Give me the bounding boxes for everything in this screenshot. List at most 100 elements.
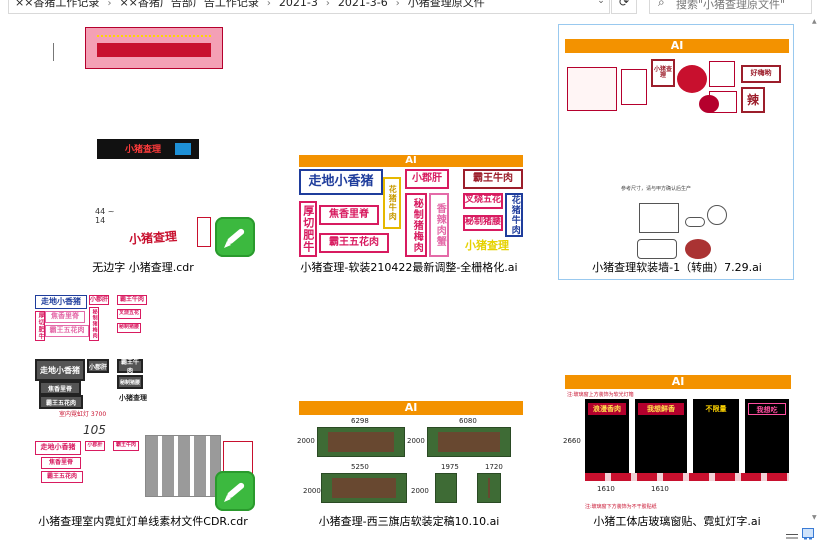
- breadcrumb-item[interactable]: ××香猪工作记录: [15, 0, 99, 10]
- sign-霸王五花肉: 霸王五花肉: [319, 233, 389, 253]
- file-item[interactable]: AI 注:玻璃窗上方装饰为软光灯箱 2660 浪漫香肉 我想鲜香 不限量 我想吃…: [558, 280, 794, 536]
- ai-banner: AI: [565, 39, 789, 53]
- search-input[interactable]: ⌕ 搜索"小猪查理原文件": [649, 0, 812, 14]
- dimension-label: 1610: [651, 485, 669, 493]
- sign-小猪查理-yellow: 小猪查理: [465, 239, 509, 252]
- sign-小郡肝: 小郡肝: [405, 169, 449, 189]
- panel-tag: 我想吃: [748, 403, 786, 415]
- art-pig-mascot: [685, 239, 711, 259]
- sign-焦香里脊-outline: 焦香里脊: [41, 457, 81, 469]
- breadcrumb[interactable]: ××香猪工作记录 › ××香猪广告部广告工作记录 › 2021-3 › 2021-3-6 › 小…: [8, 0, 610, 14]
- file-thumbnail-view[interactable]: 小猪查理 44 ~ 14 小猪查理 无边字 小猪查理.cdr AI 走地小香猪 …: [0, 14, 812, 528]
- file-thumbnail: AI 小猪查理 好嗨哟 辣 参考尺寸，请与甲方确认后生产: [559, 25, 795, 261]
- bottom-note: 注:玻璃窗下方装饰为不干胶贴纸: [585, 504, 657, 510]
- sign-霸王牛肉: 霸王牛肉: [117, 295, 147, 305]
- sign-好嗨哟: 好嗨哟: [741, 65, 781, 83]
- dimension-label: 2000: [407, 437, 425, 445]
- dimension-label: 6298: [351, 417, 369, 425]
- coreldraw-file-icon: [215, 217, 255, 257]
- status-bar: [0, 526, 820, 540]
- art-wall-panel: [477, 473, 501, 503]
- art-handwritten-marks: 44 ~ 14: [95, 207, 115, 225]
- file-item[interactable]: AI 走地小香猪 小郡肝 霸王牛肉 厚切肥牛 焦香里脊 秘制猪梅肉 香辣肉蟹 叉…: [290, 20, 526, 276]
- sign-小猪查理: 小猪查理: [651, 59, 675, 87]
- sign-厚切肥牛: 厚切肥牛: [299, 201, 317, 257]
- chevron-right-icon: ›: [395, 0, 400, 9]
- ai-banner: AI: [299, 155, 523, 167]
- chevron-right-icon: ›: [325, 0, 330, 9]
- window-panel: 我想吃: [745, 399, 789, 473]
- art-black-sign-logo: 小猪查理: [125, 145, 162, 155]
- details-view-icon: [786, 534, 798, 539]
- window-panel: 浪漫香肉: [585, 399, 629, 473]
- chevron-right-icon: ›: [107, 0, 112, 9]
- file-thumbnail: 走地小香猪 焦香里脊 霸王五花肉 厚切肥牛 小郡肝 秘制猪梅肉 霸王牛肉 叉烧五…: [25, 281, 261, 517]
- search-icon: ⌕: [658, 0, 665, 9]
- vertical-scrollbar[interactable]: ▲ ▼: [812, 14, 820, 526]
- large-icons-view-icon: [804, 537, 812, 540]
- sign-霸王五花肉: 霸王五花肉: [45, 325, 89, 337]
- file-item[interactable]: 走地小香猪 焦香里脊 霸王五花肉 厚切肥牛 小郡肝 秘制猪梅肉 霸王牛肉 叉烧五…: [24, 280, 260, 536]
- window-panel: 我想鲜香: [635, 399, 687, 473]
- sign-霸王牛肉-outline: 霸王牛肉: [113, 441, 139, 451]
- sign-厚切肥牛: 厚切肥牛: [35, 311, 45, 341]
- file-item-selected[interactable]: AI 小猪查理 好嗨哟 辣 参考尺寸，请与甲方确认后生产 小猪查理软装墙-1（转…: [558, 24, 794, 280]
- panel-tag: 我想鲜香: [638, 403, 684, 415]
- file-item[interactable]: 小猪查理 44 ~ 14 小猪查理 无边字 小猪查理.cdr: [24, 20, 260, 276]
- art-small-sign: [567, 67, 617, 111]
- sign-香辣肉蟹: 香辣肉蟹: [429, 193, 449, 257]
- large-icons-view-button[interactable]: [802, 528, 814, 540]
- dimension-label: 6080: [459, 417, 477, 425]
- breadcrumb-item[interactable]: ××香猪广告部广告工作记录: [119, 0, 258, 10]
- sign-小郡肝-outline: 小郡肝: [85, 441, 105, 451]
- refresh-button[interactable]: ⟳: [611, 0, 637, 14]
- dimension-label: 2660: [563, 437, 581, 445]
- sign-叉烧五花: 叉烧五花: [117, 309, 141, 319]
- sign-走地小香猪: 走地小香猪: [35, 295, 87, 309]
- file-thumbnail: 小猪查理 44 ~ 14 小猪查理: [25, 21, 261, 257]
- sign-叉烧五花: 叉烧五花: [463, 193, 503, 209]
- sign-焦香里脊: 焦香里脊: [319, 205, 379, 225]
- file-thumbnail: AI 走地小香猪 小郡肝 霸王牛肉 厚切肥牛 焦香里脊 秘制猪梅肉 香辣肉蟹 叉…: [291, 21, 527, 257]
- gray-sign-焦香里脊: 焦香里脊: [39, 381, 81, 395]
- dimension-label: 1975: [441, 463, 459, 471]
- sign-小郡肝: 小郡肝: [89, 295, 109, 305]
- sign-秘制猪梅肉: 秘制猪梅肉: [405, 193, 427, 257]
- breadcrumb-item[interactable]: 小猪查理原文件: [408, 0, 485, 10]
- art-wall-panel: [435, 473, 457, 503]
- dimension-label: 2000: [411, 487, 429, 495]
- sign-走地小香猪: 走地小香猪: [299, 169, 383, 195]
- file-thumbnail: AI 注:玻璃窗上方装饰为软光灯箱 2660 浪漫香肉 我想鲜香 不限量 我想吃…: [559, 281, 795, 517]
- gray-sign-秘制猪腰: 秘制猪腰: [117, 375, 143, 389]
- handwritten-note: 105: [83, 423, 106, 437]
- art-pink-frame: [197, 217, 211, 247]
- scroll-up-icon[interactable]: ▲: [812, 18, 817, 25]
- sign-vertical-small: 花猪牛肉: [383, 177, 401, 229]
- sign-走地小香猪-outline: 走地小香猪: [35, 441, 81, 455]
- file-name: 无边字 小猪查理.cdr: [92, 261, 194, 274]
- art-wall-panel: [427, 427, 511, 457]
- scroll-down-icon[interactable]: ▼: [812, 514, 817, 521]
- sign-秘制猪梅肉: 秘制猪梅肉: [89, 307, 99, 341]
- address-toolbar: ××香猪工作记录 › ××香猪广告部广告工作记录 › 2021-3 › 2021-3-6 › 小…: [0, 0, 820, 14]
- sign-秘制猪腰: 秘制猪腰: [463, 215, 503, 231]
- dimension-label: 2000: [297, 437, 315, 445]
- art-gray-blocks: [145, 435, 221, 497]
- art-blue-square: [175, 143, 191, 155]
- breadcrumb-item[interactable]: 2021-3-6: [338, 0, 388, 10]
- top-note: 注:玻璃窗上方装饰为软光灯箱: [567, 392, 634, 398]
- art-outline-rect: [637, 239, 677, 259]
- ai-banner: AI: [299, 401, 523, 415]
- details-view-button[interactable]: [786, 528, 798, 539]
- address-dropdown-icon[interactable]: ⌄: [594, 0, 608, 12]
- dimension-label: 2000: [303, 487, 321, 495]
- panel-tag: 浪漫香肉: [588, 403, 626, 415]
- panel-tag: 不限量: [696, 403, 736, 415]
- file-name: 小猪查理-软装210422最新调整-全栅格化.ai: [300, 261, 518, 274]
- art-note-lines: [53, 43, 75, 61]
- art-sign-inner: [97, 43, 211, 57]
- sign-霸王牛肉: 霸王牛肉: [463, 169, 523, 189]
- file-item[interactable]: AI 6298 6080 2000 2000 5250 1975 1720 20…: [290, 280, 526, 536]
- layout-caption: 参考尺寸，请与甲方确认后生产: [621, 186, 692, 192]
- breadcrumb-item[interactable]: 2021-3: [279, 0, 318, 10]
